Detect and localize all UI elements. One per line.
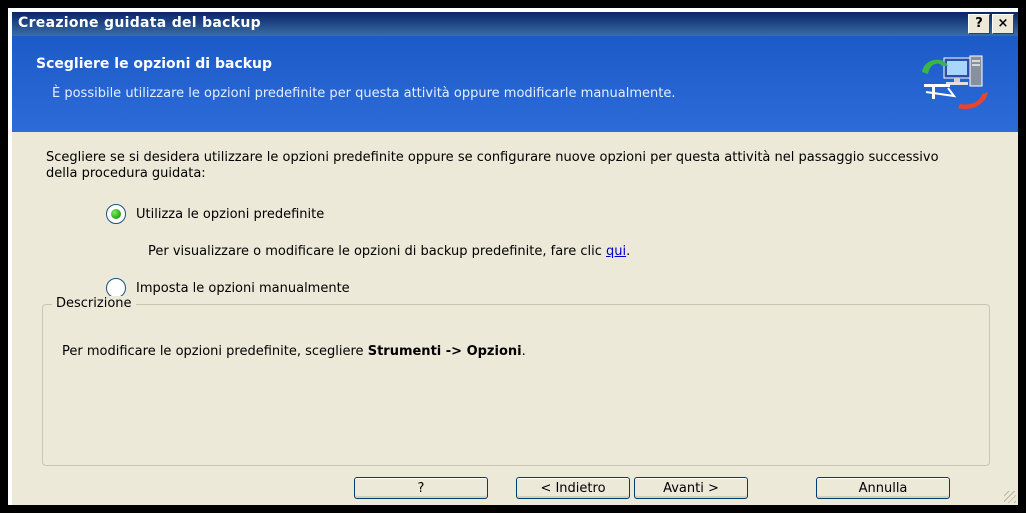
help-title-button[interactable]: ?	[968, 14, 990, 34]
description-suffix: .	[521, 344, 526, 359]
help-button[interactable]: ?	[354, 477, 488, 499]
back-button[interactable]: < Indietro	[516, 477, 630, 499]
option-manual-radio-row[interactable]: Imposta le opzioni manualmente	[106, 278, 350, 298]
page-subtitle: È possibile utilizzare le opzioni predef…	[52, 86, 676, 101]
title-bar[interactable]: Creazione guidata del backup ? ×	[12, 12, 1018, 36]
option-manual-label[interactable]: Imposta le opzioni manualmente	[136, 281, 350, 296]
helper-line: Per visualizzare o modificare le opzioni…	[148, 244, 631, 259]
close-title-button[interactable]: ×	[992, 14, 1014, 34]
description-text: Per modificare le opzioni predefinite, s…	[62, 344, 526, 359]
intro-text: Scegliere se si desidera utilizzare le o…	[46, 150, 939, 181]
title-buttons: ? ×	[968, 14, 1014, 34]
radio-default[interactable]	[106, 204, 126, 224]
cancel-button[interactable]: Annulla	[816, 477, 950, 499]
window-title: Creazione guidata del backup	[18, 15, 261, 31]
defaults-link[interactable]: qui	[606, 244, 626, 259]
description-prefix: Per modificare le opzioni predefinite, s…	[62, 344, 364, 359]
computer-network-icon	[922, 55, 988, 110]
description-menu-path: Strumenti -> Opzioni	[367, 344, 522, 359]
description-group	[42, 304, 990, 466]
option-default-radio-row[interactable]: Utilizza le opzioni predefinite	[106, 204, 324, 224]
page-title: Scegliere le opzioni di backup	[36, 56, 273, 72]
wizard-banner: Scegliere le opzioni di backup È possibi…	[12, 36, 1018, 132]
resize-grip[interactable]	[1004, 491, 1016, 503]
button-bar: ? < Indietro Avanti > Annulla	[12, 477, 1018, 505]
option-default-label[interactable]: Utilizza le opzioni predefinite	[136, 207, 324, 222]
radio-manual[interactable]	[106, 278, 126, 298]
helper-text: Per visualizzare o modificare le opzioni…	[148, 244, 602, 259]
radio-selected-dot	[111, 209, 121, 219]
wizard-content: Scegliere se si desidera utilizzare le o…	[12, 132, 1018, 505]
wizard-window: Creazione guidata del backup ? × Sceglie…	[12, 12, 1018, 505]
description-title: Descrizione	[52, 296, 136, 311]
next-button[interactable]: Avanti >	[634, 477, 748, 499]
